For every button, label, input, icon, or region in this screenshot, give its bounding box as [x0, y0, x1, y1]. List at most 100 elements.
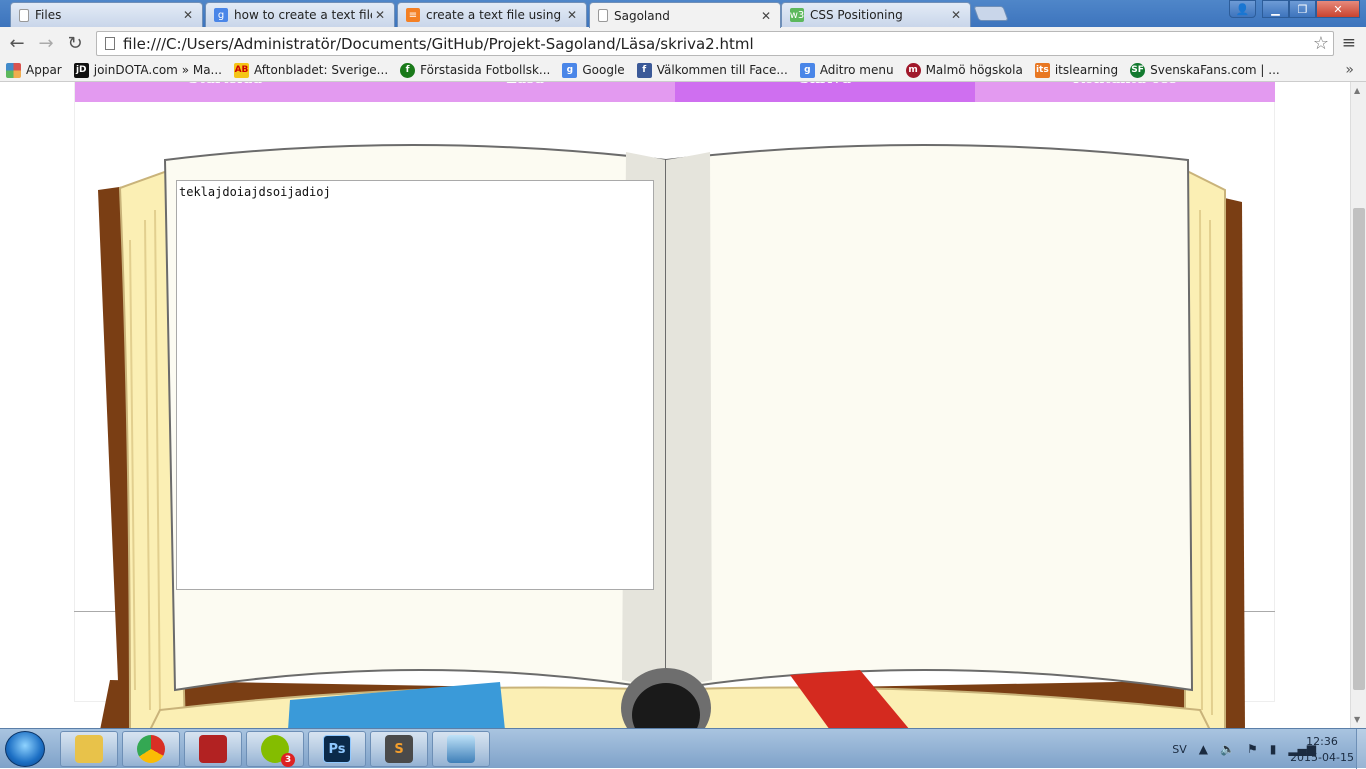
page-viewport: Startsida Läsa Skriva Kontakta oss: [0, 82, 1350, 728]
new-tab-button[interactable]: [973, 6, 1009, 21]
system-clock[interactable]: 12:36 2015-04-15: [1290, 734, 1354, 766]
page-icon: [105, 37, 115, 50]
tab-title: CSS Positioning: [810, 8, 903, 22]
action-center-flag-icon[interactable]: ⚑: [1247, 742, 1258, 756]
tab-title: Sagoland: [614, 8, 670, 23]
tab-title: how to create a text file in: [234, 8, 372, 22]
bookmark-item[interactable]: jD joinDOTA.com » Ma...: [73, 62, 222, 78]
folder-icon: [75, 735, 103, 763]
reload-icon[interactable]: ↻: [64, 32, 86, 54]
facebook-icon: f: [636, 62, 652, 78]
start-button[interactable]: [5, 731, 45, 767]
bookmark-label: Google: [582, 63, 625, 77]
more-bookmarks-icon[interactable]: »: [1345, 62, 1354, 78]
bookmarks-bar: Appar jD joinDOTA.com » Ma... AB Aftonblad…: [0, 59, 1366, 82]
close-icon[interactable]: ✕: [758, 9, 774, 23]
google-icon: g: [799, 62, 815, 78]
vertical-scrollbar[interactable]: ▲ ▼: [1350, 82, 1366, 728]
dota-icon: [199, 735, 227, 763]
tab-stackoverflow[interactable]: ≡ create a text file using java ✕: [397, 2, 587, 27]
sublime-icon: S: [385, 735, 413, 763]
nav-skriva[interactable]: Skriva: [675, 82, 975, 102]
w3schools-icon: w3: [789, 8, 805, 22]
scroll-thumb[interactable]: [1353, 208, 1365, 690]
itslearning-icon: its: [1034, 62, 1050, 78]
photoshop-icon: Ps: [323, 735, 351, 763]
bookmark-item[interactable]: f Förstasida Fotbollsk...: [400, 62, 551, 78]
google-icon: g: [214, 8, 228, 22]
picture-icon: [447, 735, 475, 763]
tab-sagoland[interactable]: Sagoland ✕: [589, 2, 781, 28]
close-icon[interactable]: ✕: [372, 8, 388, 22]
star-icon[interactable]: ☆: [1313, 33, 1329, 54]
bookmark-item[interactable]: its itslearning: [1034, 62, 1119, 78]
back-arrow-icon[interactable]: ←: [6, 32, 28, 54]
close-icon[interactable]: ✕: [948, 8, 964, 22]
close-window-button[interactable]: ✕: [1316, 0, 1360, 18]
address-bar[interactable]: file:///C:/Users/Administratör/Documents…: [96, 31, 1334, 56]
apps-icon: [6, 62, 21, 78]
bookmark-label: Aditro menu: [819, 63, 894, 77]
scroll-up-icon[interactable]: ▲: [1354, 86, 1360, 95]
forward-arrow-icon[interactable]: →: [35, 32, 57, 54]
taskbar-chrome[interactable]: [122, 731, 180, 767]
bookmark-item[interactable]: AB Aftonbladet: Sverige...: [234, 62, 389, 78]
menu-icon[interactable]: ≡: [1342, 33, 1356, 53]
bookmark-label: itslearning: [1054, 63, 1119, 77]
nav-kontakta[interactable]: Kontakta oss: [975, 82, 1275, 102]
taskbar-sublime[interactable]: S: [370, 731, 428, 767]
scroll-down-icon[interactable]: ▼: [1354, 715, 1360, 724]
bookmark-label: Välkommen till Face...: [656, 63, 788, 77]
taskbar-spotify[interactable]: 3: [246, 731, 304, 767]
site-nav: Startsida Läsa Skriva Kontakta oss: [75, 82, 1275, 102]
language-indicator[interactable]: SV: [1172, 743, 1187, 756]
tab-strip: Files ✕ g how to create a text file in ✕…: [0, 0, 1366, 28]
windows-taskbar: 3 Ps S SV ▲ 🔈 ⚑ ▮ ▂▄▆ 12:36 2015-04-15: [0, 728, 1366, 769]
nav-startsida[interactable]: Startsida: [75, 82, 375, 102]
bookmark-item[interactable]: f Välkommen till Face...: [636, 62, 788, 78]
clock-date: 2015-04-15: [1290, 751, 1354, 764]
taskbar-photo-viewer[interactable]: [432, 731, 490, 767]
fotboll-icon: f: [400, 62, 416, 78]
show-desktop-button[interactable]: [1356, 729, 1366, 769]
bookmark-item[interactable]: m Malmö högskola: [905, 62, 1023, 78]
taskbar-photoshop[interactable]: Ps: [308, 731, 366, 767]
bookmark-label: Malmö högskola: [925, 63, 1023, 77]
taskbar-dota[interactable]: [184, 731, 242, 767]
bookmark-item[interactable]: SF SvenskaFans.com | ...: [1130, 62, 1280, 78]
tab-css-positioning[interactable]: w3 CSS Positioning ✕: [781, 2, 971, 27]
page-icon: [19, 8, 29, 22]
mah-icon: m: [905, 62, 921, 78]
volume-icon[interactable]: 🔈: [1220, 742, 1235, 756]
aftonbladet-icon: AB: [234, 62, 249, 78]
bookmark-item[interactable]: g Aditro menu: [799, 62, 894, 78]
show-hidden-icons-icon[interactable]: ▲: [1199, 742, 1208, 756]
nav-lasa[interactable]: Läsa: [375, 82, 675, 102]
address-text: file:///C:/Users/Administratör/Documents…: [123, 34, 754, 53]
minimize-button[interactable]: ▁: [1262, 0, 1289, 18]
tab-title: create a text file using java: [426, 8, 564, 22]
story-textarea[interactable]: [176, 180, 654, 590]
joindota-icon: jD: [73, 62, 89, 78]
page-icon: [598, 9, 608, 22]
stackoverflow-icon: ≡: [406, 8, 420, 22]
user-icon[interactable]: 👤: [1229, 0, 1256, 18]
notification-badge: 3: [281, 753, 295, 767]
spotify-icon: 3: [261, 735, 295, 767]
tab-files[interactable]: Files ✕: [10, 2, 203, 27]
bookmark-item[interactable]: g Google: [562, 62, 625, 78]
taskbar-explorer[interactable]: [60, 731, 118, 767]
maximize-button[interactable]: ❐: [1289, 0, 1316, 18]
bookmark-label: SvenskaFans.com | ...: [1150, 63, 1280, 77]
bookmark-label: Aftonbladet: Sverige...: [254, 63, 389, 77]
bookmark-label: Förstasida Fotbollsk...: [420, 63, 551, 77]
bookmark-label: joinDOTA.com » Ma...: [93, 63, 222, 77]
bookmark-item[interactable]: Appar: [6, 62, 62, 78]
tab-google-search[interactable]: g how to create a text file in ✕: [205, 2, 395, 27]
close-icon[interactable]: ✕: [180, 8, 196, 22]
browser-toolbar: ← → ↻ file:///C:/Users/Administratör/Doc…: [0, 27, 1366, 59]
tab-title: Files: [35, 8, 62, 22]
power-icon[interactable]: ▮: [1270, 742, 1277, 756]
chrome-icon: [137, 735, 165, 763]
close-icon[interactable]: ✕: [564, 8, 580, 22]
